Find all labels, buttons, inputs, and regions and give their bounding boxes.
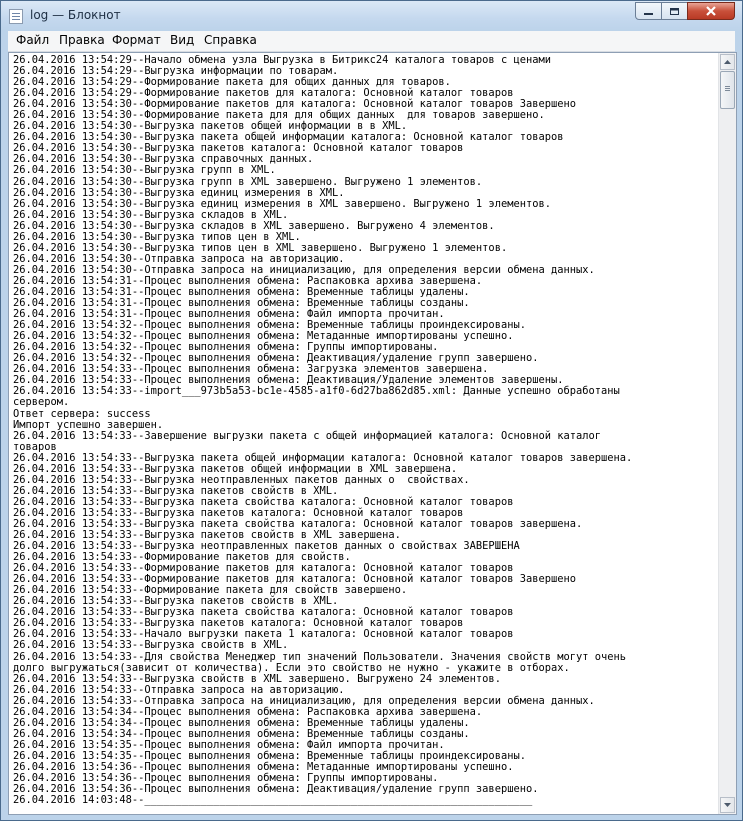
arrow-up-icon xyxy=(724,60,731,64)
menu-format[interactable]: Формат xyxy=(112,33,161,47)
text-editor[interactable]: 26.04.2016 13:54:29--Начало обмена узла … xyxy=(8,52,737,815)
vertical-scrollbar[interactable] xyxy=(718,53,736,814)
text-line: 26.04.2016 13:54:33--Выгрузка свойств в … xyxy=(13,639,289,652)
close-icon xyxy=(706,6,716,16)
scroll-thumb[interactable] xyxy=(720,71,735,109)
scroll-down-button[interactable] xyxy=(720,797,735,813)
menu-bar: Файл Правка Формат Вид Справка xyxy=(8,31,735,52)
menu-file[interactable]: Файл xyxy=(16,33,49,47)
document-text[interactable]: 26.04.2016 13:54:29--Начало обмена узла … xyxy=(13,55,713,811)
minimize-button[interactable] xyxy=(635,2,662,20)
text-line: 26.04.2016 13:54:30--Выгрузка единиц изм… xyxy=(13,186,345,199)
maximize-button[interactable] xyxy=(661,2,688,20)
menu-help[interactable]: Справка xyxy=(204,33,257,47)
maximize-icon xyxy=(670,7,679,15)
grip-icon xyxy=(725,86,730,87)
text-line: 26.04.2016 13:54:33--Выгрузка свойств в … xyxy=(13,672,501,685)
close-button[interactable] xyxy=(687,2,735,20)
text-line: 26.04.2016 13:54:33--Для свойства Менедж… xyxy=(13,650,627,663)
text-line: 26.04.2016 13:54:33--import___973b5a53-b… xyxy=(13,385,620,398)
text-line: 26.04.2016 13:54:30--Выгрузка групп в XM… xyxy=(13,164,276,177)
title-bar[interactable]: log — Блокнот xyxy=(1,1,742,31)
text-line: Ответ сервера: success xyxy=(13,407,151,420)
menu-view[interactable]: Вид xyxy=(170,33,194,47)
text-line: 26.04.2016 13:54:33--Завершение выгрузки… xyxy=(13,429,602,442)
text-line: 26.04.2016 13:54:30--Выгрузка групп в XM… xyxy=(13,175,483,188)
notepad-icon xyxy=(9,9,23,24)
menu-edit[interactable]: Правка xyxy=(59,33,105,47)
text-line: Импорт успешно завершен. xyxy=(13,418,164,431)
window-title: log — Блокнот xyxy=(30,8,121,22)
notepad-window: log — Блокнот Файл Правка Формат Вид Спр… xyxy=(0,0,743,821)
text-line: 26.04.2016 13:54:30--Выгрузка единиц изм… xyxy=(13,197,551,210)
arrow-down-icon xyxy=(724,803,731,807)
text-line: долго выгружаться(зависит от количества)… xyxy=(13,661,570,674)
minimize-icon xyxy=(644,12,653,15)
text-line: сервером. xyxy=(13,396,70,409)
text-line: 26.04.2016 14:03:48--___________________… xyxy=(13,794,533,807)
scroll-up-button[interactable] xyxy=(720,54,735,70)
